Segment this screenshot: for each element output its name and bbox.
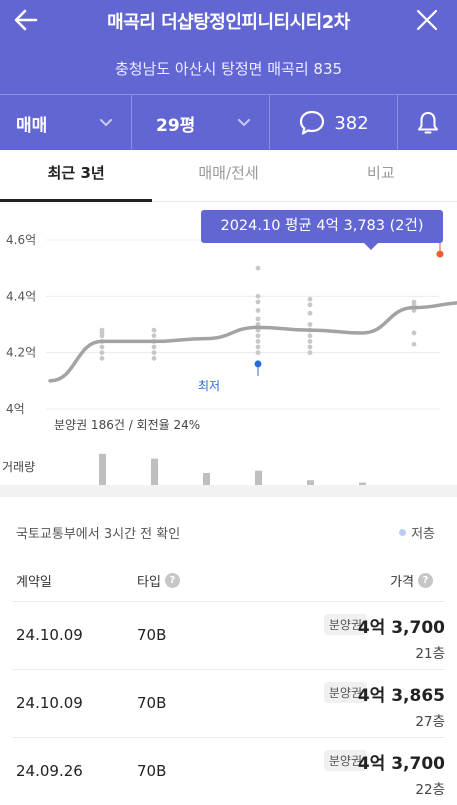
transaction-point [255, 265, 261, 271]
transaction-point [307, 322, 313, 327]
table-row[interactable]: 24.10.09 70B 분양권 4억 3,700 21층 [12, 601, 445, 669]
transaction-point [151, 344, 157, 350]
comment-count: 382 [334, 112, 369, 134]
close-button[interactable] [415, 8, 439, 32]
header: 매곡리 더샵탕정인피니티시티2차 충청남도 아산시 탕정면 매곡리 835 매매… [0, 0, 457, 151]
transaction-point [307, 302, 313, 308]
volume-label: 거래량 [2, 460, 36, 474]
transaction-point [255, 339, 261, 344]
transaction-point [255, 344, 261, 350]
row-price: 4억 3,700 [357, 754, 445, 774]
trend-line [48, 301, 457, 383]
transaction-point [255, 299, 261, 305]
y-tick-label: 4.4억 [6, 289, 36, 303]
help-icon[interactable]: ? [418, 573, 433, 588]
volume-bar [99, 453, 106, 485]
back-button[interactable] [12, 6, 40, 34]
volume-bar [151, 458, 158, 485]
address-text: 충청남도 아산시 탕정면 매곡리 835 [114, 60, 343, 78]
transaction-point [411, 299, 417, 305]
price-chart-svg: 4.6억 4.4억 4.2억 4억 [6, 233, 457, 485]
table-row[interactable]: 24.10.09 70B 분양권 4억 3,865 27층 [12, 669, 445, 737]
volume-bar [203, 473, 210, 485]
row-date: 24.10.09 [16, 694, 83, 712]
lowest-price-label: 최저 [198, 379, 221, 393]
size-value: 29평 [156, 115, 196, 136]
table-header: 계약일 타입 ? 가격 ? [0, 563, 457, 601]
notification-button[interactable] [398, 95, 457, 151]
row-price: 4억 3,700 [357, 618, 445, 638]
price-chart[interactable]: 4.6억 4.4억 4.2억 4억 2024.10 평균 4억 3,783 (2건) … [0, 202, 457, 485]
transaction-point [99, 327, 105, 333]
column-type-label: 타입 [137, 575, 161, 590]
transaction-point [307, 350, 313, 356]
column-price-label: 가격 [390, 575, 414, 590]
tab-sale-jeonse[interactable]: 매매/전세 [152, 150, 304, 201]
transaction-point [255, 350, 261, 356]
speech-bubble-icon [300, 110, 325, 135]
chart-tooltip: 2024.10 평균 4억 3,783 (2건) [201, 210, 443, 250]
row-floor: 22층 [415, 782, 445, 798]
transaction-list: 24.10.09 70B 분양권 4억 3,700 21층 24.10.09 7… [0, 601, 457, 805]
filter-bar: 매매 29평 382 [0, 94, 457, 151]
row-floor: 21층 [415, 646, 445, 662]
transaction-point [151, 327, 157, 333]
row-date: 24.10.09 [16, 626, 83, 644]
table-row[interactable]: 24.09.26 70B 분양권 4억 3,700 22층 [12, 737, 445, 805]
transaction-point [99, 350, 105, 356]
low-floor-legend: 저층 [399, 523, 435, 542]
transaction-point [99, 344, 105, 350]
min-point [254, 360, 262, 368]
comments-button[interactable]: 382 [270, 95, 398, 151]
transaction-point [151, 350, 157, 356]
data-source-text: 국토교통부에서 3시간 전 확인 [16, 527, 181, 542]
row-type: 70B [137, 626, 167, 644]
row-price: 4억 3,865 [357, 686, 445, 706]
transaction-point [307, 333, 313, 339]
sales-summary: 분양권 186건 / 회전율 24% [54, 418, 201, 432]
transaction-point [255, 308, 261, 313]
transaction-point [255, 293, 261, 299]
transaction-point [151, 355, 157, 361]
transaction-point [307, 339, 313, 344]
transaction-point [151, 333, 157, 339]
row-floor: 27층 [415, 714, 445, 730]
transaction-point [307, 310, 313, 316]
bell-icon [417, 112, 438, 134]
deal-type-value: 매매 [16, 115, 48, 136]
y-tick-label: 4.2억 [6, 346, 36, 360]
legend-dot-icon [399, 529, 407, 536]
transaction-point [307, 344, 313, 350]
tab-compare[interactable]: 비교 [305, 150, 457, 201]
transaction-point [99, 355, 105, 361]
transaction-point [307, 296, 313, 302]
column-type: 타입 ? [137, 571, 180, 590]
transaction-point [255, 316, 261, 322]
transaction-point [255, 333, 261, 339]
row-type: 70B [137, 762, 167, 780]
column-date: 계약일 [16, 575, 52, 590]
row-date: 24.09.26 [16, 762, 83, 780]
arrow-left-icon [14, 9, 38, 31]
close-icon [416, 9, 438, 31]
deal-type-select[interactable]: 매매 [0, 95, 132, 151]
size-select[interactable]: 29평 [132, 95, 270, 151]
max-point [436, 250, 444, 258]
y-tick-label: 4억 [6, 402, 25, 416]
tab-recent-3-years[interactable]: 최근 3년 [0, 150, 153, 202]
transaction-point [411, 330, 417, 336]
chevron-down-icon [238, 119, 250, 127]
page-title: 매곡리 더샵탕정인피니티시티2차 [107, 12, 350, 33]
row-type: 70B [137, 694, 167, 712]
help-icon[interactable]: ? [164, 573, 180, 588]
y-tick-label: 4.6억 [6, 233, 36, 247]
volume-bar [255, 470, 262, 485]
legend-label: 저층 [411, 527, 435, 542]
column-price: 가격 ? [390, 571, 433, 590]
period-tabs: 최근 3년 매매/전세 비교 [0, 150, 457, 202]
transaction-point [411, 341, 417, 347]
section-divider [0, 485, 457, 497]
chevron-down-icon [100, 119, 112, 127]
